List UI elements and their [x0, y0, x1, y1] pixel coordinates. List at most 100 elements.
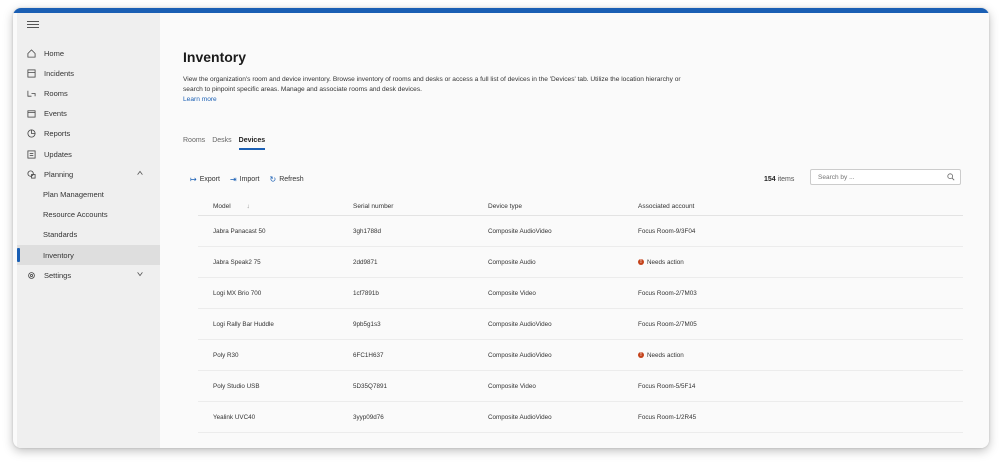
sidebar-item-label: Home: [44, 48, 65, 58]
cell-model: Jabra Speak2 75: [213, 258, 261, 266]
cell-serial: 9pb5g1s3: [353, 320, 381, 328]
import-icon: ⇥: [229, 175, 237, 184]
hamburger-menu-icon[interactable]: [27, 19, 39, 31]
rooms-icon: [26, 88, 36, 98]
refresh-label: Refresh: [279, 176, 304, 183]
warning-icon: !: [638, 259, 644, 265]
table-row[interactable]: Yealink UVC40 3yyp09d76 Composite AudioVid…: [198, 402, 963, 433]
cell-associated-account: Focus Room-5/5F14: [638, 383, 838, 390]
sidebar-subitem-inventory[interactable]: Inventory: [17, 245, 160, 265]
sidebar-subitem-label: Resource Accounts: [43, 210, 108, 220]
cell-serial: 3yyp09d76: [353, 413, 384, 421]
search-input[interactable]: [816, 172, 940, 182]
cell-associated-account: Focus Room-2/7M03: [638, 290, 838, 297]
cell-account: Needs action: [647, 258, 684, 266]
export-button[interactable]: ↦ Export: [190, 175, 220, 184]
tab-rooms[interactable]: Rooms: [183, 137, 205, 150]
sidebar-item-label: Updates: [44, 149, 72, 159]
cell-device-type: Composite AudioVideo: [488, 320, 552, 328]
table-row[interactable]: Logi Rally Bar Huddle 9pb5g1s3 Composite A…: [198, 309, 963, 340]
export-label: Export: [199, 176, 220, 183]
table-row[interactable]: Jabra Speak2 75 2dd9871 Composite Audio! Ne…: [198, 247, 963, 278]
search-box[interactable]: [810, 169, 961, 185]
devices-table: Model ↓ Serial number Device type Associ…: [198, 198, 963, 433]
refresh-button[interactable]: ↻ Refresh: [269, 175, 303, 184]
reports-icon: [26, 129, 36, 139]
cell-device-type: Composite AudioVideo: [488, 351, 552, 359]
updates-icon: [26, 149, 36, 159]
sidebar-item-label: Rooms: [44, 88, 68, 98]
cell-model: Logi MX Brio 700: [213, 289, 262, 297]
table-row[interactable]: Logi MX Brio 700 1cf7891b Composite Video F…: [198, 278, 963, 309]
sidebar-item-planning[interactable]: Planning: [17, 164, 160, 184]
import-button[interactable]: ⇥ Import: [230, 175, 260, 184]
sidebar-subitem-plan-management[interactable]: Plan Management: [17, 184, 160, 204]
cell-associated-account: Focus Room-2/7M05: [638, 321, 838, 328]
cell-model: Jabra Panacast 50: [213, 227, 266, 235]
home-icon: [26, 48, 36, 58]
cell-account: Focus Room-2/7M03: [638, 289, 697, 297]
events-icon: [26, 109, 36, 119]
chevron-down-icon[interactable]: [136, 270, 144, 278]
cell-associated-account: Focus Room-1/2R45: [638, 414, 838, 421]
sidebar-subitem-label: Plan Management: [43, 189, 104, 199]
table-header: Model ↓ Serial number Device type Associ…: [198, 198, 963, 216]
item-count-label: items: [777, 176, 795, 183]
table-row[interactable]: Poly R30 6FC1H637 Composite AudioVideo! Nee…: [198, 340, 963, 371]
export-icon: ↦: [190, 175, 197, 184]
cell-model: Logi Rally Bar Huddle: [213, 320, 274, 328]
sidebar-item-label: Settings: [44, 270, 72, 280]
app-window: Home Incidents Rooms Events Reports Updates Pl…: [13, 8, 989, 448]
cell-associated-account: ! Needs action: [638, 352, 838, 359]
sidebar-item-rooms[interactable]: Rooms: [17, 83, 160, 103]
column-header-serial[interactable]: Serial number: [353, 203, 488, 210]
toolbar: ↦ Export ⇥ Import ↻ Refresh: [190, 175, 304, 184]
sidebar-item-updates[interactable]: Updates: [17, 144, 160, 164]
cell-serial: 1cf7891b: [353, 289, 379, 297]
item-count-number: 154: [764, 176, 776, 183]
cell-model: Poly R30: [213, 351, 239, 359]
main-content: Inventory View the organization's room a…: [160, 13, 989, 448]
chevron-up-icon[interactable]: [136, 169, 144, 177]
incidents-icon: [26, 68, 36, 78]
import-label: Import: [239, 176, 260, 183]
warning-icon: !: [638, 352, 644, 358]
learn-more-link[interactable]: Learn more: [183, 96, 217, 103]
sidebar-item-reports[interactable]: Reports: [17, 124, 160, 144]
cell-serial: 6FC1H637: [353, 351, 384, 359]
page-title: Inventory: [183, 49, 247, 65]
cell-serial: 2dd9871: [353, 258, 378, 266]
column-header-model-label: Model: [213, 203, 231, 210]
sidebar-item-incidents[interactable]: Incidents: [17, 63, 160, 83]
sidebar-subitem-label: Inventory: [43, 250, 74, 260]
cell-device-type: Composite Video: [488, 382, 536, 390]
tab-devices[interactable]: Devices: [238, 137, 266, 150]
cell-device-type: Composite AudioVideo: [488, 413, 552, 421]
sidebar-item-label: Incidents: [44, 68, 75, 78]
cell-device-type: Composite AudioVideo: [488, 227, 552, 235]
cell-account: Focus Room-1/2R45: [638, 413, 697, 421]
tab-desks[interactable]: Desks: [212, 137, 231, 150]
cell-account: Focus Room-9/3F04: [638, 227, 696, 235]
table-row[interactable]: Poly Studio USB 5D35Q7891 Composite Video F…: [198, 371, 963, 402]
planning-icon: [26, 169, 36, 179]
sidebar-subitem-standards[interactable]: Standards: [17, 225, 160, 245]
column-header-model[interactable]: Model ↓: [198, 203, 353, 210]
cell-account: Needs action: [647, 351, 684, 359]
sidebar-item-events[interactable]: Events: [17, 104, 160, 124]
cell-associated-account: ! Needs action: [638, 259, 838, 266]
sidebar-subitem-resource-accounts[interactable]: Resource Accounts: [17, 205, 160, 225]
column-header-account[interactable]: Associated account: [638, 203, 838, 210]
table-row[interactable]: Jabra Panacast 50 3gh1788d Composite Audio…: [198, 216, 963, 247]
tab-bar: Rooms Desks Devices: [183, 137, 266, 150]
cell-model: Poly Studio USB: [213, 382, 260, 390]
cell-account: Focus Room-2/7M05: [638, 320, 697, 328]
sidebar-item-settings[interactable]: Settings: [17, 265, 160, 285]
column-header-type[interactable]: Device type: [488, 203, 638, 210]
sort-arrow-icon[interactable]: ↓: [247, 203, 250, 210]
sidebar-subitem-label: Standards: [43, 230, 78, 240]
sidebar-item-home[interactable]: Home: [17, 43, 160, 63]
item-count: 154 items: [764, 176, 794, 183]
cell-serial: 3gh1788d: [353, 227, 382, 235]
gear-icon: [26, 270, 36, 280]
